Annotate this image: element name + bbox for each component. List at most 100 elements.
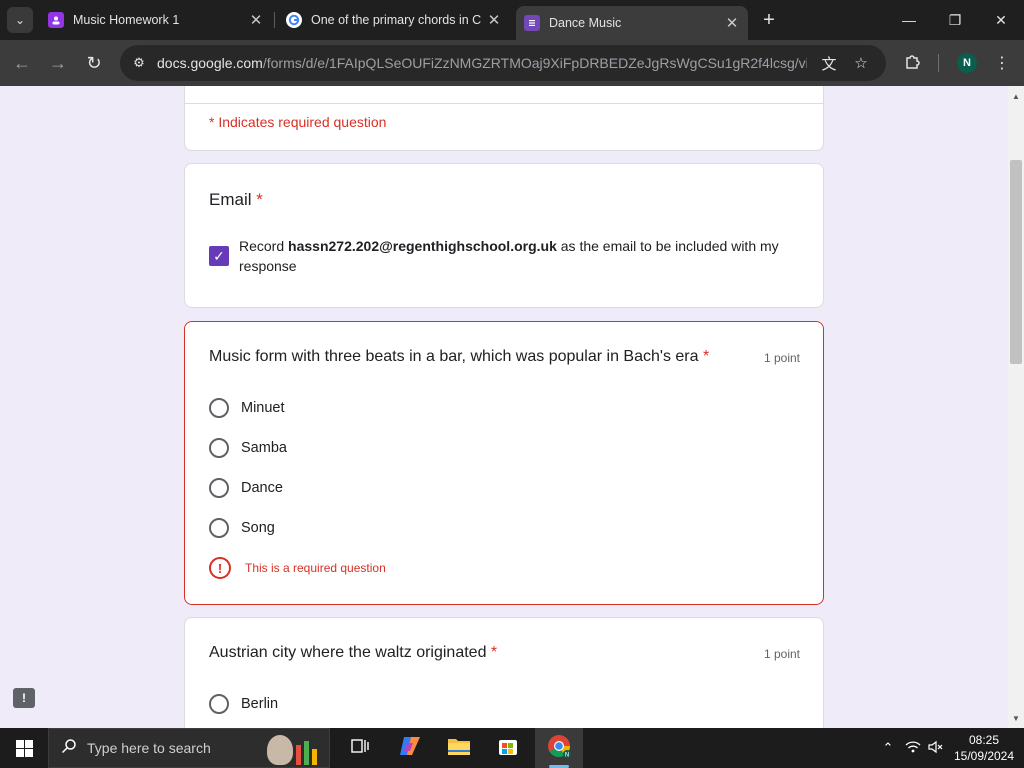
page-scrollbar[interactable]: ▲ ▼: [1008, 86, 1024, 728]
restore-icon: ❐: [948, 11, 962, 28]
browser-tab-bar: ⌄ Music Homework 1 ✕ One of the primary …: [0, 0, 1024, 40]
option-label: Minuet: [241, 400, 285, 416]
tab-dance-music[interactable]: Dance Music ✕: [516, 6, 748, 40]
google-classroom-icon: [48, 12, 64, 28]
question-title-text: Music form with three beats in a bar, wh…: [209, 348, 699, 365]
address-bar[interactable]: ⚙ docs.google.com/forms/d/e/1FAIpQLSeOUF…: [120, 45, 886, 81]
clock-time: 08:25: [968, 733, 1000, 747]
new-tab-button[interactable]: +: [758, 8, 780, 32]
close-icon[interactable]: ✕: [486, 11, 502, 29]
toolbar-divider: [938, 54, 939, 72]
star-icon: ☆: [854, 55, 868, 72]
header-divider: [185, 103, 823, 104]
radio-button[interactable]: [209, 518, 229, 538]
restore-button[interactable]: ❐: [932, 0, 978, 40]
tab-label: One of the primary chords in C: [311, 13, 482, 27]
record-prefix: Record: [239, 238, 285, 254]
network-button[interactable]: [903, 738, 923, 758]
tab-separator: [274, 12, 275, 28]
tab-label: Music Homework 1: [73, 13, 180, 27]
close-icon[interactable]: ✕: [248, 11, 264, 29]
close-icon[interactable]: ✕: [724, 14, 740, 32]
back-button[interactable]: ←: [10, 51, 34, 75]
chrome-icon: N: [547, 734, 571, 763]
radio-button[interactable]: [209, 478, 229, 498]
show-hidden-icons-button[interactable]: ⌃: [878, 738, 898, 758]
volume-button[interactable]: [926, 738, 946, 758]
profile-avatar[interactable]: N: [957, 53, 977, 73]
chevron-up-icon: ⌃: [882, 740, 894, 755]
check-icon: ✓: [213, 247, 225, 264]
chrome-taskbar-button[interactable]: N: [543, 732, 575, 764]
windows-taskbar: Type here to search N ⌃ 08:25 15/09/2024: [0, 728, 1024, 768]
search-icon: [61, 738, 77, 759]
forward-button[interactable]: →: [46, 51, 70, 75]
option-dance[interactable]: Dance: [209, 477, 283, 499]
scrollbar-thumb[interactable]: [1010, 160, 1022, 364]
required-star: *: [702, 348, 710, 365]
question-title-text: Austrian city where the waltz originated: [209, 644, 487, 661]
radio-button[interactable]: [209, 694, 229, 714]
form-viewport: * Indicates required question Email * ✓ …: [0, 86, 1008, 728]
google-g-icon: [286, 12, 302, 28]
email-card: Email * ✓ Record hassn272.202@regenthigh…: [184, 163, 824, 308]
translate-icon: 文: [821, 55, 837, 73]
file-explorer-button[interactable]: [443, 732, 475, 764]
required-star: *: [490, 644, 498, 661]
copilot-icon: [398, 735, 422, 762]
arrow-right-icon: →: [49, 52, 67, 73]
reload-icon: ↻: [86, 52, 102, 73]
start-button[interactable]: [0, 728, 48, 768]
tab-music-homework[interactable]: Music Homework 1 ✕: [48, 0, 264, 40]
question-card-2: Austrian city where the waltz originated…: [184, 617, 824, 728]
close-window-button[interactable]: ✕: [978, 0, 1024, 40]
question-title: Music form with three beats in a bar, wh…: [209, 348, 709, 366]
url-text[interactable]: docs.google.com/forms/d/e/1FAIpQLSeOUFiZ…: [157, 55, 807, 71]
arrow-left-icon: ←: [13, 52, 31, 73]
required-star: *: [256, 190, 263, 209]
reload-button[interactable]: ↻: [82, 51, 106, 75]
scroll-up-arrow-icon[interactable]: ▲: [1008, 88, 1024, 104]
feedback-button[interactable]: !: [13, 688, 35, 708]
browser-menu-button[interactable]: ⋮: [990, 51, 1014, 75]
question-points: 1 point: [763, 647, 800, 661]
minimize-button[interactable]: —: [886, 0, 932, 40]
chevron-down-icon: ⌄: [14, 13, 26, 27]
form-header-card: * Indicates required question: [184, 86, 824, 151]
record-email-checkbox[interactable]: ✓: [209, 246, 229, 266]
url-host: docs.google.com: [157, 55, 263, 71]
option-label: Song: [241, 520, 275, 536]
option-song[interactable]: Song: [209, 517, 275, 539]
required-note: * Indicates required question: [209, 114, 387, 130]
scroll-down-arrow-icon[interactable]: ▼: [1008, 710, 1024, 726]
system-clock[interactable]: 08:25 15/09/2024: [950, 732, 1018, 764]
store-icon: [497, 735, 519, 762]
option-samba[interactable]: Samba: [209, 437, 287, 459]
url-path: /forms/d/e/1FAIpQLSeOUFiZzNMGZRTMOaj9XiF…: [262, 55, 807, 71]
tab-primary-chords[interactable]: One of the primary chords in C ✕: [286, 0, 502, 40]
site-info-button[interactable]: ⚙: [128, 52, 150, 74]
copilot-button[interactable]: [394, 732, 426, 764]
minimize-icon: —: [902, 12, 916, 28]
tab-search-button[interactable]: ⌄: [7, 7, 33, 33]
radio-button[interactable]: [209, 398, 229, 418]
search-placeholder: Type here to search: [87, 740, 211, 756]
bookmark-button[interactable]: ☆: [850, 52, 872, 74]
extensions-button[interactable]: [900, 51, 924, 75]
windows-logo-icon: [15, 739, 33, 757]
record-email-label[interactable]: Record hassn272.202@regenthighschool.org…: [239, 236, 799, 276]
error-text: This is a required question: [245, 561, 386, 575]
option-minuet[interactable]: Minuet: [209, 397, 285, 419]
taskbar-search[interactable]: Type here to search: [48, 728, 330, 768]
chrome-profile-badge: N: [565, 751, 570, 758]
option-label: Dance: [241, 480, 283, 496]
translate-button[interactable]: 文: [818, 52, 840, 74]
task-view-button[interactable]: [344, 732, 376, 764]
option-berlin[interactable]: Berlin: [209, 693, 278, 715]
browser-toolbar: ← → ↻ ⚙ docs.google.com/forms/d/e/1FAIpQ…: [0, 40, 1024, 86]
tab-label: Dance Music: [549, 16, 622, 30]
user-email: hassn272.202@regenthighschool.org.uk: [288, 238, 557, 254]
microsoft-store-button[interactable]: [492, 732, 524, 764]
kebab-menu-icon: ⋮: [994, 55, 1010, 72]
radio-button[interactable]: [209, 438, 229, 458]
